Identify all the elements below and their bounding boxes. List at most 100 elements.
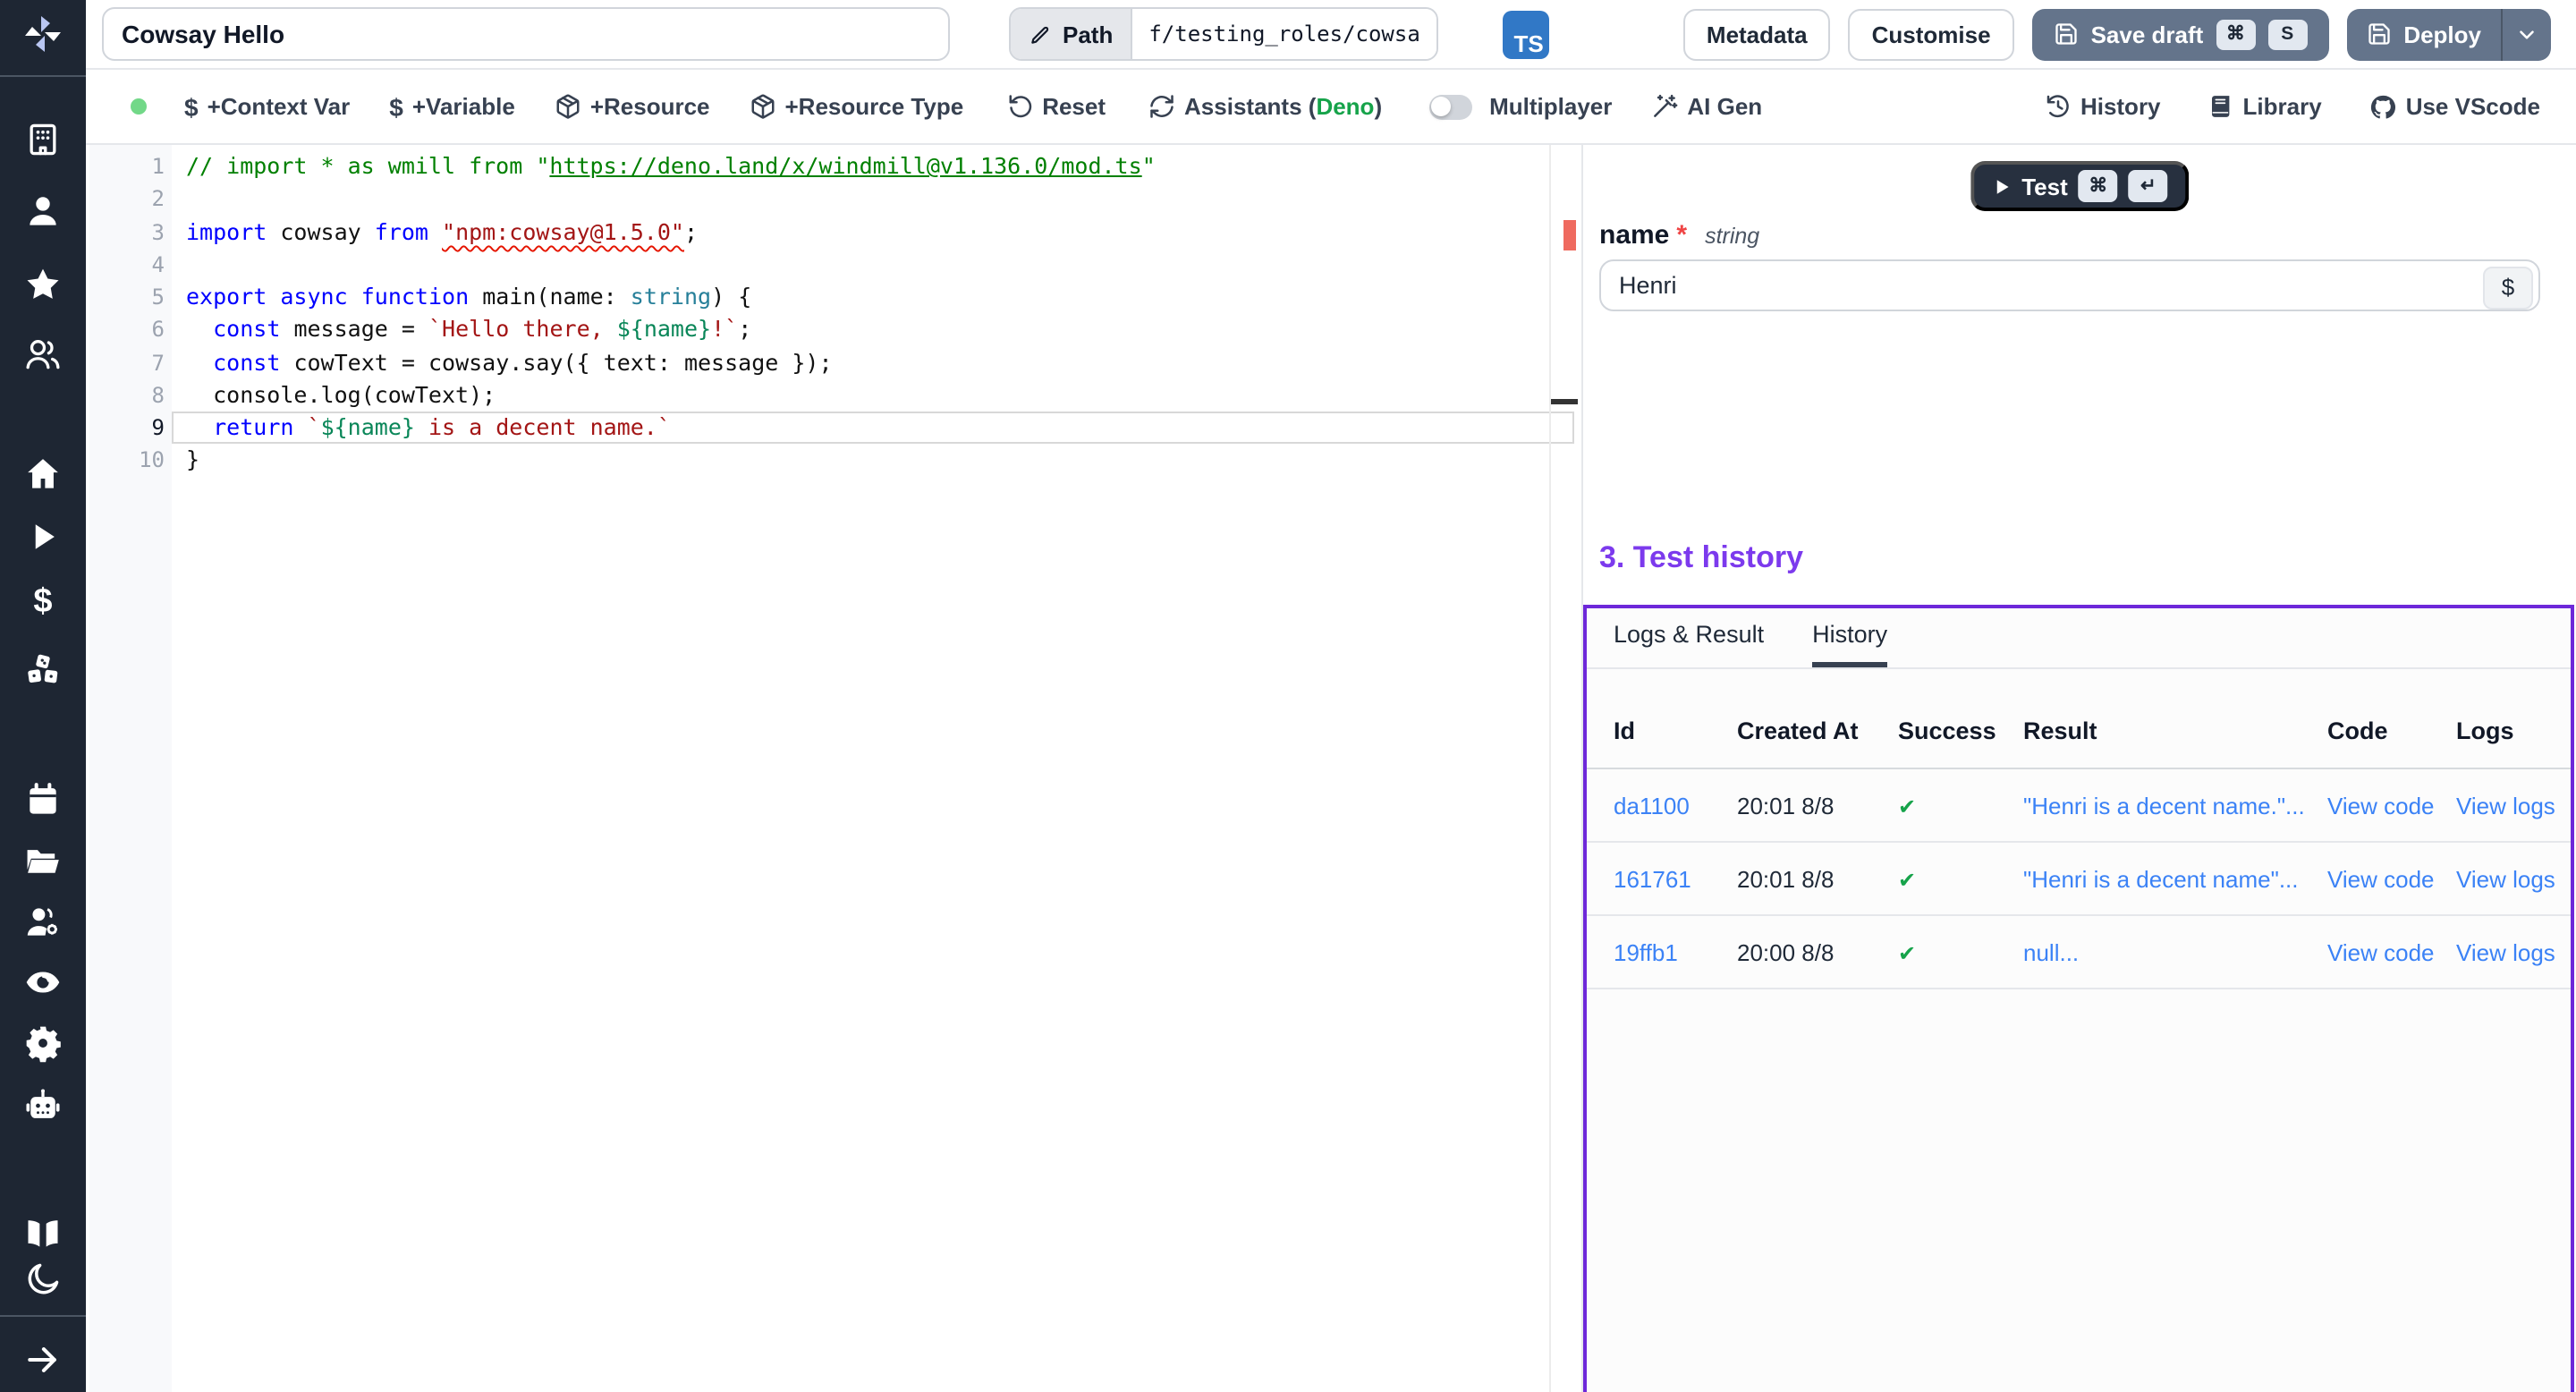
save-icon xyxy=(2366,21,2391,47)
moon-icon xyxy=(23,1260,63,1299)
use-vscode-label: Use VScode xyxy=(2406,93,2540,120)
code-line[interactable]: 6 const message = `Hello there, ${name}!… xyxy=(86,314,1549,347)
editor-overview-ruler[interactable] xyxy=(1549,145,1578,1392)
view-code-link[interactable]: View code xyxy=(2327,938,2456,965)
sidebar-item-home[interactable] xyxy=(21,453,64,496)
deploy-button[interactable]: Deploy xyxy=(2346,8,2501,60)
sidebar-item-runs[interactable] xyxy=(21,515,64,558)
sidebar-item-favorites[interactable] xyxy=(21,263,64,306)
code-text: import cowsay from "npm:cowsay@1.5.0"; xyxy=(186,216,698,249)
test-button[interactable]: Test ⌘ ↵ xyxy=(1970,161,2190,211)
line-number: 10 xyxy=(86,445,165,478)
use-vscode-button[interactable]: Use VScode xyxy=(2368,92,2540,121)
assistants-label: Assistants (Deno) xyxy=(1184,93,1382,120)
code-line[interactable]: 8 console.log(cowText); xyxy=(86,379,1549,412)
sidebar-item-folders[interactable] xyxy=(21,839,64,882)
field-input-wrap: $ xyxy=(1599,259,2540,311)
variable-picker-button[interactable]: $ xyxy=(2483,266,2533,309)
run-id-link[interactable]: 161761 xyxy=(1614,865,1737,892)
add-context-var-button[interactable]: $ +Context Var xyxy=(184,92,350,121)
test-history-heading: 3. Test history xyxy=(1599,540,1803,576)
user-cog-icon xyxy=(23,902,63,941)
sidebar-item-resources[interactable] xyxy=(21,648,64,691)
play-icon xyxy=(23,517,63,556)
run-id-link[interactable]: 19ffb1 xyxy=(1614,938,1737,965)
sidebar-item-dark-mode[interactable] xyxy=(21,1258,64,1301)
code-line[interactable]: 4 xyxy=(86,249,1549,282)
deploy-options-button[interactable] xyxy=(2501,8,2551,60)
windmill-logo[interactable] xyxy=(21,13,64,55)
code-line[interactable]: 5export async function main(name: string… xyxy=(86,281,1549,314)
tab-history[interactable]: History xyxy=(1812,621,1887,667)
reset-button[interactable]: Reset xyxy=(1006,93,1106,120)
history-button[interactable]: History xyxy=(2045,93,2161,120)
library-button[interactable]: Library xyxy=(2207,93,2322,120)
history-icon xyxy=(2045,93,2072,120)
result-link[interactable]: "Henri is a decent name."... xyxy=(2023,792,2327,819)
line-number: 8 xyxy=(86,379,165,412)
error-marker xyxy=(1563,220,1576,250)
path-control[interactable]: Path f/testing_roles/cowsa xyxy=(1009,7,1438,61)
code-editor[interactable]: 1// import * as wmill from "https://deno… xyxy=(86,145,1581,1392)
sidebar-item-user[interactable] xyxy=(21,190,64,233)
save-draft-button[interactable]: Save draft ⌘ S xyxy=(2032,8,2329,60)
view-code-link[interactable]: View code xyxy=(2327,865,2456,892)
gear-icon xyxy=(23,1023,63,1063)
path-edit-button[interactable]: Path xyxy=(1011,9,1131,59)
add-resource-button[interactable]: +Resource xyxy=(555,93,710,120)
view-code-link[interactable]: View code xyxy=(2327,792,2456,819)
ai-gen-button[interactable]: AI Gen xyxy=(1651,93,1762,120)
code-line[interactable]: 3 import cowsay from "npm:cowsay@1.5.0"; xyxy=(86,216,1549,249)
col-created-at: Created At xyxy=(1737,717,1898,744)
sidebar-item-audit-logs[interactable] xyxy=(21,961,64,1004)
history-table: Id Created At Success Result Code Logs d… xyxy=(1587,694,2571,989)
sidebar-item-workers-ai[interactable] xyxy=(21,1084,64,1127)
sidebar-item-docs[interactable] xyxy=(21,1211,64,1254)
metadata-button[interactable]: Metadata xyxy=(1683,8,1831,60)
multiplayer-toggle[interactable] xyxy=(1428,94,1471,119)
customise-button[interactable]: Customise xyxy=(1849,8,2014,60)
view-logs-link[interactable]: View logs xyxy=(2456,938,2571,965)
code-line[interactable]: 9 return `${name} is a decent name.` xyxy=(86,412,1549,445)
rotate-ccw-icon xyxy=(1006,93,1033,120)
sidebar-item-workers[interactable] xyxy=(21,900,64,943)
code-line[interactable]: 10} xyxy=(86,445,1549,478)
result-link[interactable]: null... xyxy=(2023,938,2327,965)
sidebar-item-settings[interactable] xyxy=(21,1022,64,1065)
script-title-input[interactable] xyxy=(102,7,950,61)
wand-sparkles-icon xyxy=(1651,93,1678,120)
sidebar-item-schedules[interactable] xyxy=(21,778,64,821)
sidebar-item-workspace[interactable] xyxy=(21,118,64,161)
name-field-input[interactable] xyxy=(1599,259,2540,311)
code-line[interactable]: 1// import * as wmill from "https://deno… xyxy=(86,150,1549,183)
view-logs-link[interactable]: View logs xyxy=(2456,865,2571,892)
deno-runtime-label: Deno xyxy=(1316,93,1374,120)
sync-status-dot xyxy=(131,98,147,115)
sidebar-item-variables[interactable]: $ xyxy=(21,581,64,624)
sidebar-expand-button[interactable] xyxy=(21,1338,64,1381)
path-value[interactable]: f/testing_roles/cowsa xyxy=(1131,9,1436,59)
code-text: return `${name} is a decent name.` xyxy=(186,412,671,445)
result-link[interactable]: "Henri is a decent name"... xyxy=(2023,865,2327,892)
assistants-button[interactable]: Assistants (Deno) xyxy=(1148,93,1382,120)
robot-icon xyxy=(23,1086,63,1125)
col-result: Result xyxy=(2023,717,2327,744)
test-label: Test xyxy=(2021,173,2068,199)
star-icon xyxy=(23,265,63,304)
line-number: 7 xyxy=(86,346,165,379)
line-number: 2 xyxy=(86,183,165,216)
view-logs-link[interactable]: View logs xyxy=(2456,792,2571,819)
add-resource-type-button[interactable]: +Resource Type xyxy=(750,93,964,120)
code-area[interactable]: 1// import * as wmill from "https://deno… xyxy=(86,150,1549,477)
required-mark: * xyxy=(1676,220,1687,250)
code-line[interactable]: 7 const cowText = cowsay.say({ text: mes… xyxy=(86,346,1549,379)
add-variable-button[interactable]: $ +Variable xyxy=(389,92,515,121)
multiplayer-label: Multiplayer xyxy=(1489,93,1612,120)
package-icon xyxy=(750,93,776,120)
tab-logs-result[interactable]: Logs & Result xyxy=(1614,621,1764,667)
cursor-marker xyxy=(1551,399,1578,404)
code-line[interactable]: 2 xyxy=(86,183,1549,216)
line-number: 3 xyxy=(86,216,165,249)
run-id-link[interactable]: da1100 xyxy=(1614,792,1737,819)
sidebar-item-groups[interactable] xyxy=(21,333,64,376)
